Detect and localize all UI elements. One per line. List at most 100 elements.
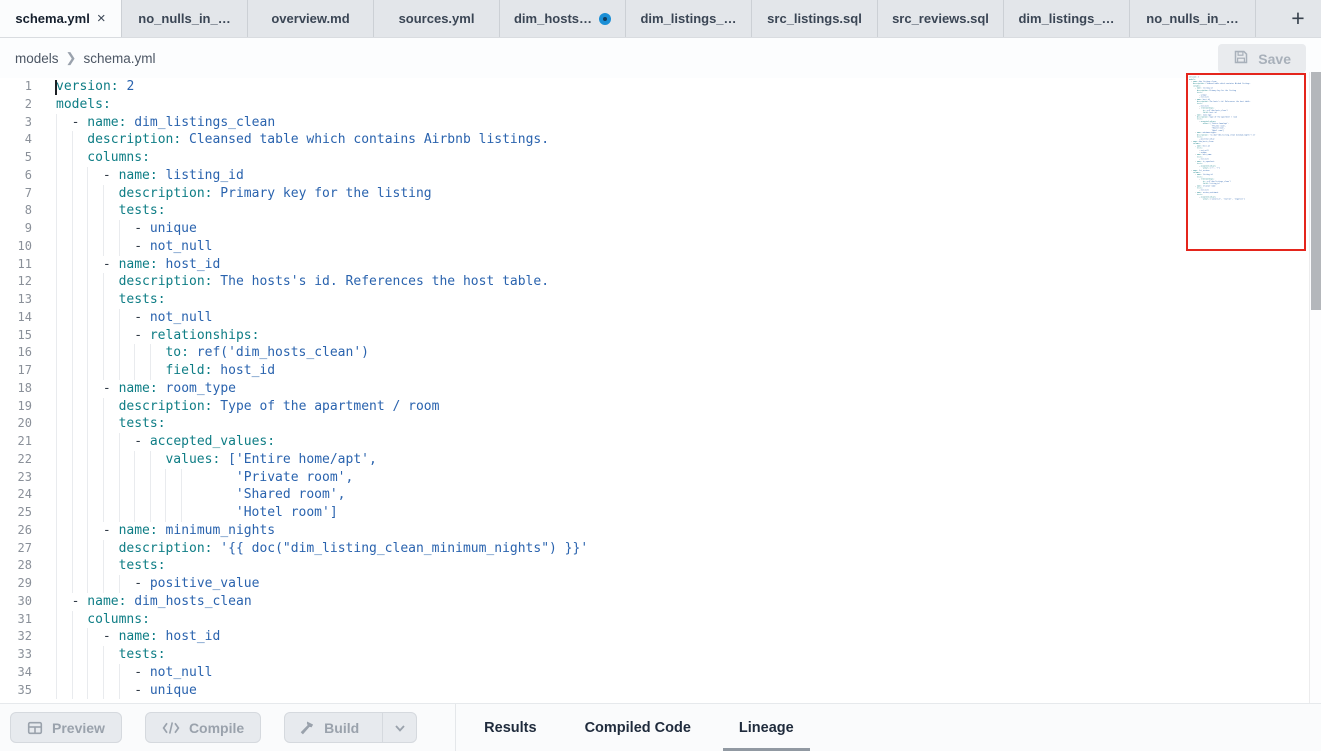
breadcrumb-folder[interactable]: models [15, 51, 59, 66]
editor-tab-bar: schema.yml×no_nulls_in_…overview.mdsourc… [0, 0, 1321, 38]
build-dropdown-button[interactable] [382, 713, 416, 742]
file-tab-schema.yml[interactable]: schema.yml × [0, 0, 122, 37]
code-line-text: - name: listing_id [32, 167, 244, 185]
code-line-text: - not_null [32, 309, 212, 327]
code-line-text: description: Type of the apartment / roo… [32, 398, 439, 416]
code-line-text: description: Cleansed table which contai… [32, 131, 549, 149]
table-icon [27, 720, 43, 736]
code-line-text: - unique [32, 220, 197, 238]
code-line[interactable]: 6- name: listing_id [0, 167, 1309, 185]
dbt-ide-window: schema.yml×no_nulls_in_…overview.mdsourc… [0, 0, 1321, 751]
file-tab-sources.yml[interactable]: sources.yml [374, 0, 500, 37]
button-label: Preview [52, 720, 105, 736]
code-line-text: description: The hosts's id. References … [32, 273, 549, 291]
code-line-text: columns: [32, 611, 150, 629]
code-line[interactable]: 13tests: [0, 291, 1309, 309]
code-line[interactable]: 4description: Cleansed table which conta… [0, 131, 1309, 149]
file-tab-dim_hosts[interactable]: dim_hosts… [500, 0, 626, 37]
code-line[interactable]: 16to: ref('dim_hosts_clean') [0, 344, 1309, 362]
new-tab-button[interactable]: + [1275, 0, 1321, 37]
save-button[interactable]: Save [1218, 44, 1306, 73]
file-tab-dim_listings_[interactable]: dim_listings_… [1004, 0, 1130, 37]
code-line[interactable]: 35- unique [0, 682, 1309, 700]
line-number: 25 [0, 504, 32, 522]
line-number: 18 [0, 380, 32, 398]
file-tab-src_listings.sql[interactable]: src_listings.sql [752, 0, 878, 37]
code-line[interactable]: 21- accepted_values: [0, 433, 1309, 451]
code-line[interactable]: 29- positive_value [0, 575, 1309, 593]
code-line[interactable]: 11- name: host_id [0, 256, 1309, 274]
code-line[interactable]: 23 'Private room', [0, 469, 1309, 487]
code-line[interactable]: 1version: 2 [0, 78, 1309, 96]
line-number: 13 [0, 291, 32, 309]
chevron-right-icon: ❯ [66, 50, 77, 66]
file-tab-overview.md[interactable]: overview.md [248, 0, 374, 37]
action-buttons: Preview Compile Build [0, 712, 417, 743]
code-line[interactable]: 18- name: room_type [0, 380, 1309, 398]
file-tab-label: dim_listings_… [640, 11, 736, 26]
code-line[interactable]: 30- name: dim_hosts_clean [0, 593, 1309, 611]
code-line[interactable]: 3- name: dim_listings_clean [0, 114, 1309, 132]
code-line[interactable]: 14- not_null [0, 309, 1309, 327]
code-line[interactable]: 25 'Hotel room'] [0, 504, 1309, 522]
code-line[interactable]: 7description: Primary key for the listin… [0, 185, 1309, 203]
code-line[interactable]: 28tests: [0, 557, 1309, 575]
code-line[interactable]: 8tests: [0, 202, 1309, 220]
code-line[interactable]: 15- relationships: [0, 327, 1309, 345]
code-line-text: tests: [32, 291, 166, 309]
code-line[interactable]: 17field: host_id [0, 362, 1309, 380]
code-line[interactable]: 9- unique [0, 220, 1309, 238]
code-line[interactable]: 22values: ['Entire home/apt', [0, 451, 1309, 469]
preview-button[interactable]: Preview [10, 712, 122, 743]
code-line[interactable]: 12description: The hosts's id. Reference… [0, 273, 1309, 291]
panel-tab-results[interactable]: Results [460, 704, 560, 751]
minimap[interactable]: version: 2models: - name: dim_listings_c… [1189, 76, 1304, 248]
code-line[interactable]: 2models: [0, 96, 1309, 114]
line-number: 11 [0, 256, 32, 274]
line-number: 35 [0, 682, 32, 700]
file-tab-label: schema.yml [15, 11, 89, 26]
line-number: 21 [0, 433, 32, 451]
panel-tab-lineage[interactable]: Lineage [715, 704, 818, 751]
code-line[interactable]: 19description: Type of the apartment / r… [0, 398, 1309, 416]
vertical-scrollbar[interactable] [1309, 72, 1321, 703]
line-number: 27 [0, 540, 32, 558]
code-line[interactable]: 33tests: [0, 646, 1309, 664]
code-line-text: - name: dim_hosts_clean [32, 593, 252, 611]
panel-tab-compiled-code[interactable]: Compiled Code [561, 704, 715, 751]
build-main[interactable]: Build [285, 713, 373, 742]
line-number: 26 [0, 522, 32, 540]
code-line-text: - positive_value [32, 575, 259, 593]
code-editor[interactable]: 1version: 22models:3- name: dim_listings… [0, 78, 1309, 703]
code-line-text: - not_null [32, 664, 212, 682]
line-number: 6 [0, 167, 32, 185]
file-tab-label: src_reviews.sql [892, 11, 989, 26]
scrollbar-thumb[interactable] [1311, 72, 1321, 310]
code-line-text: tests: [32, 202, 166, 220]
compile-button[interactable]: Compile [145, 712, 261, 743]
line-number: 34 [0, 664, 32, 682]
line-number: 29 [0, 575, 32, 593]
code-line[interactable]: 31columns: [0, 611, 1309, 629]
code-line-text: - name: host_id [32, 256, 220, 274]
code-line[interactable]: 5columns: [0, 149, 1309, 167]
file-tab-src_reviews.sql[interactable]: src_reviews.sql [878, 0, 1004, 37]
code-line[interactable]: 34- not_null [0, 664, 1309, 682]
code-line-text: 'Shared room', [32, 486, 345, 504]
line-number: 30 [0, 593, 32, 611]
line-number: 22 [0, 451, 32, 469]
code-line[interactable]: 20tests: [0, 415, 1309, 433]
build-button[interactable]: Build [284, 712, 417, 743]
code-line-text: - name: dim_listings_clean [32, 114, 275, 132]
code-line[interactable]: 32- name: host_id [0, 628, 1309, 646]
code-line-text: - relationships: [32, 327, 259, 345]
file-tab-no_nulls_in_[interactable]: no_nulls_in_… [1130, 0, 1256, 37]
code-line[interactable]: 26- name: minimum_nights [0, 522, 1309, 540]
code-line[interactable]: 24 'Shared room', [0, 486, 1309, 504]
close-icon[interactable]: × [97, 11, 106, 26]
line-number: 23 [0, 469, 32, 487]
file-tab-no_nulls_in_[interactable]: no_nulls_in_… [122, 0, 248, 37]
code-line[interactable]: 27description: '{{ doc("dim_listing_clea… [0, 540, 1309, 558]
code-line[interactable]: 10- not_null [0, 238, 1309, 256]
file-tab-dim_listings_[interactable]: dim_listings_… [626, 0, 752, 37]
